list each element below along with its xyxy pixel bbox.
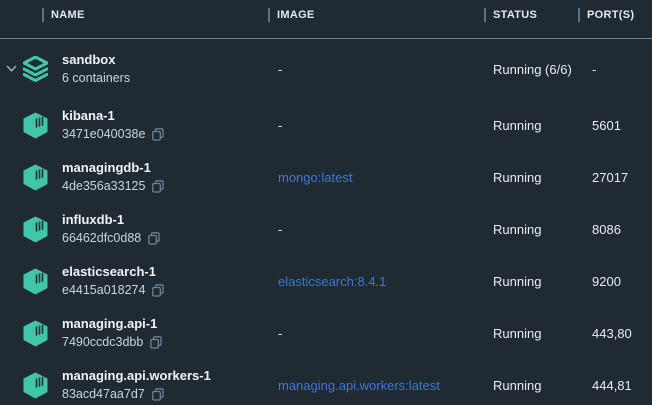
table-header: NAME IMAGE STATUS PORT(S)	[0, 0, 652, 30]
image-cell-value[interactable]: -	[268, 62, 484, 77]
name-cell: sandbox 6 containers	[0, 52, 268, 86]
table-row[interactable]: kibana-1 3471e040038e - Running 5601	[0, 99, 652, 151]
container-sub: 7490ccdc3dbb	[62, 334, 162, 350]
status-value: Running	[484, 378, 578, 393]
copy-icon[interactable]	[152, 128, 164, 141]
status-value: Running	[484, 170, 578, 185]
name-block: elasticsearch-1 e4415a018274	[62, 264, 164, 298]
column-divider	[268, 8, 270, 22]
name-cell: kibana-1 3471e040038e	[0, 108, 268, 142]
status-value: Running (6/6)	[484, 62, 578, 77]
image-cell-value[interactable]: -	[268, 222, 484, 237]
compose-stack-icon	[22, 56, 48, 82]
ports-value: 8086	[578, 222, 652, 237]
name-cell: influxdb-1 66462dfc0d88	[0, 212, 268, 246]
chevron-down-icon[interactable]	[6, 173, 22, 181]
chevron-down-icon[interactable]	[6, 65, 22, 73]
column-header-label: STATUS	[493, 9, 537, 21]
container-sub: e4415a018274	[62, 282, 164, 298]
column-divider	[484, 8, 486, 22]
container-name: elasticsearch-1	[62, 264, 164, 280]
container-cube-icon	[22, 320, 48, 347]
image-cell-value[interactable]: elasticsearch:8.4.1	[268, 274, 484, 289]
chevron-down-icon[interactable]	[6, 225, 22, 233]
container-cube-icon	[22, 372, 48, 399]
name-block: managing.api-1 7490ccdc3dbb	[62, 316, 162, 350]
copy-icon[interactable]	[150, 336, 162, 349]
ports-value: 443,80	[578, 326, 652, 341]
copy-icon[interactable]	[152, 388, 164, 401]
container-sub: 4de356a33125	[62, 178, 164, 194]
status-value: Running	[484, 326, 578, 341]
column-header-status: STATUS	[484, 8, 578, 22]
table-row[interactable]: sandbox 6 containers - Running (6/6) -	[0, 39, 652, 99]
ports-value: 444,81	[578, 378, 652, 393]
column-header-image: IMAGE	[268, 8, 484, 22]
container-cube-icon	[22, 268, 48, 295]
container-sub: 3471e040038e	[62, 126, 164, 142]
ports-value: 9200	[578, 274, 652, 289]
column-header-label: NAME	[51, 9, 85, 21]
ports-value: 5601	[578, 118, 652, 133]
chevron-down-icon[interactable]	[6, 277, 22, 285]
container-cube-icon	[22, 112, 48, 139]
container-sub: 83acd47aa7d7	[62, 386, 211, 402]
copy-icon[interactable]	[148, 232, 160, 245]
copy-icon[interactable]	[152, 180, 164, 193]
chevron-down-icon[interactable]	[6, 381, 22, 389]
column-header-ports: PORT(S)	[578, 8, 652, 22]
container-id: 83acd47aa7d7	[62, 386, 145, 402]
name-block: kibana-1 3471e040038e	[62, 108, 164, 142]
name-block: managingdb-1 4de356a33125	[62, 160, 164, 194]
containers-table: NAME IMAGE STATUS PORT(S)	[0, 0, 652, 405]
container-id: 6 containers	[62, 70, 130, 86]
table-row[interactable]: elasticsearch-1 e4415a018274 elasticsear…	[0, 255, 652, 307]
container-name: kibana-1	[62, 108, 164, 124]
image-cell-value[interactable]: mongo:latest	[268, 170, 484, 185]
name-cell: managing.api-1 7490ccdc3dbb	[0, 316, 268, 350]
chevron-down-icon[interactable]	[6, 329, 22, 337]
column-header-label: IMAGE	[277, 9, 315, 21]
name-block: influxdb-1 66462dfc0d88	[62, 212, 160, 246]
ports-value: 27017	[578, 170, 652, 185]
column-divider	[42, 8, 44, 22]
container-sub: 66462dfc0d88	[62, 230, 160, 246]
image-cell-value[interactable]: managing.api.workers:latest	[268, 378, 484, 393]
container-sub: 6 containers	[62, 70, 130, 86]
copy-icon[interactable]	[152, 284, 164, 297]
container-name: managing.api-1	[62, 316, 162, 332]
status-value: Running	[484, 118, 578, 133]
container-cube-icon	[22, 216, 48, 243]
name-block: sandbox 6 containers	[62, 52, 130, 86]
container-table-body: sandbox 6 containers - Running (6/6) -	[0, 39, 652, 405]
container-id: 4de356a33125	[62, 178, 145, 194]
status-value: Running	[484, 222, 578, 237]
status-value: Running	[484, 274, 578, 289]
table-row[interactable]: managing.api.workers-1 83acd47aa7d7 mana…	[0, 359, 652, 405]
table-row[interactable]: managing.api-1 7490ccdc3dbb - Running 44…	[0, 307, 652, 359]
name-block: managing.api.workers-1 83acd47aa7d7	[62, 368, 211, 402]
name-cell: elasticsearch-1 e4415a018274	[0, 264, 268, 298]
table-row[interactable]: influxdb-1 66462dfc0d88 - Running 8086	[0, 203, 652, 255]
column-divider	[578, 8, 580, 22]
column-header-label: PORT(S)	[587, 9, 634, 21]
table-row[interactable]: managingdb-1 4de356a33125 mongo:latest R…	[0, 151, 652, 203]
container-name: sandbox	[62, 52, 130, 68]
container-id: 3471e040038e	[62, 126, 145, 142]
chevron-down-icon[interactable]	[6, 121, 22, 129]
image-cell-value[interactable]: -	[268, 326, 484, 341]
container-id: 66462dfc0d88	[62, 230, 141, 246]
ports-value: -	[578, 62, 652, 77]
container-id: e4415a018274	[62, 282, 145, 298]
container-name: managing.api.workers-1	[62, 368, 211, 384]
name-cell: managing.api.workers-1 83acd47aa7d7	[0, 368, 268, 402]
image-cell-value[interactable]: -	[268, 118, 484, 133]
container-cube-icon	[22, 164, 48, 191]
container-id: 7490ccdc3dbb	[62, 334, 143, 350]
container-name: managingdb-1	[62, 160, 164, 176]
container-name: influxdb-1	[62, 212, 160, 228]
column-header-name: NAME	[0, 8, 268, 22]
name-cell: managingdb-1 4de356a33125	[0, 160, 268, 194]
